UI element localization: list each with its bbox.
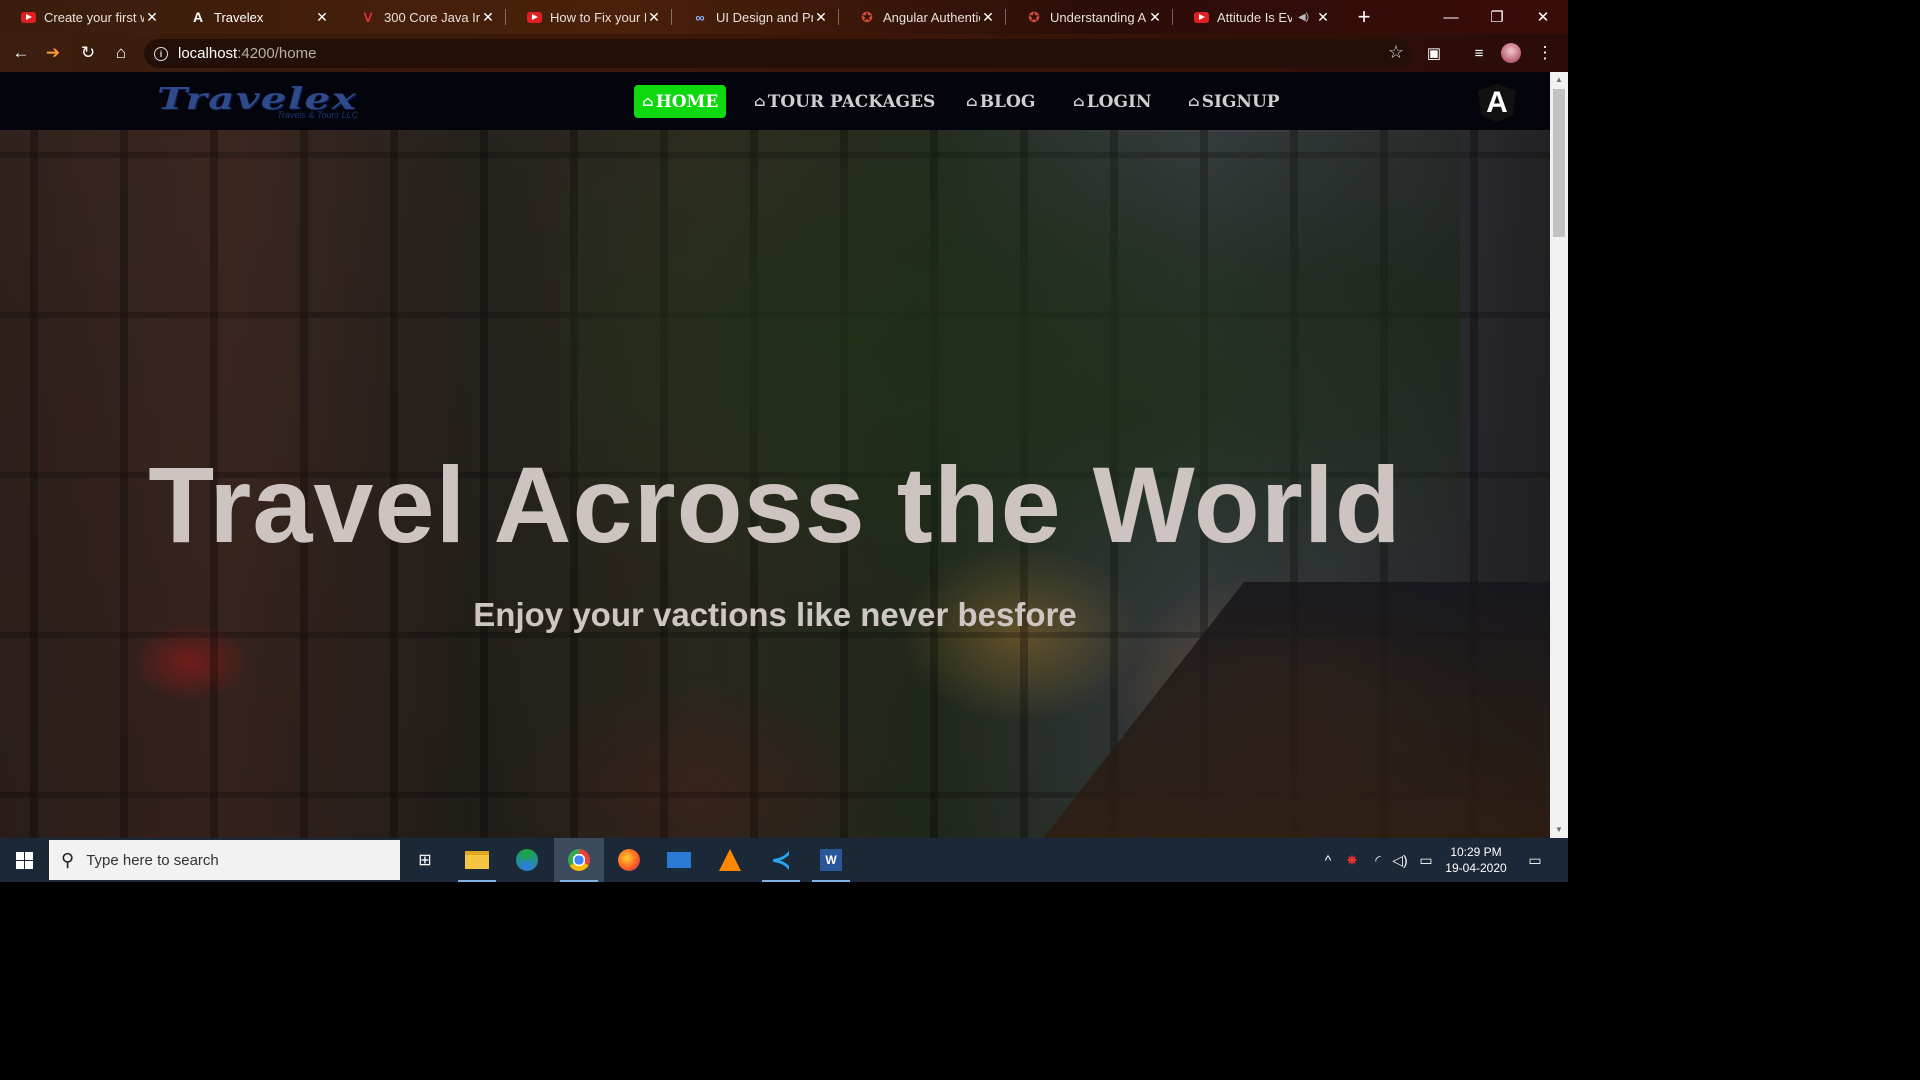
windows-logo-icon bbox=[15, 851, 33, 869]
address-bar[interactable]: i localhost:4200/home ☆ bbox=[144, 39, 1412, 68]
file-explorer-icon[interactable] bbox=[452, 838, 502, 882]
nav-blog[interactable]: ⌂ BLOG bbox=[958, 85, 1043, 118]
close-icon[interactable]: ✕ bbox=[646, 9, 662, 26]
scroll-down-arrow-icon[interactable]: ▼ bbox=[1554, 825, 1564, 835]
page-scrollbar[interactable]: ▲ ▼ bbox=[1550, 72, 1568, 838]
angular-icon: A bbox=[192, 9, 204, 25]
volume-icon[interactable]: ◁) bbox=[1390, 838, 1410, 882]
youtube-icon bbox=[1193, 9, 1209, 25]
start-button[interactable] bbox=[0, 838, 48, 882]
close-icon[interactable]: ✕ bbox=[1315, 9, 1331, 26]
nav-home[interactable]: ⌂ HOME bbox=[634, 85, 727, 118]
mail-icon[interactable] bbox=[654, 838, 704, 882]
menu-kebab-icon[interactable]: ⋮ bbox=[1532, 41, 1558, 65]
taskbar-search-box[interactable]: ⚲ Type here to search bbox=[49, 840, 400, 880]
tab-angular-authentication[interactable]: ✪ Angular Authentic ✕ bbox=[839, 0, 1006, 34]
tab-attitude[interactable]: Attitude Is Eve ◀) ✕ bbox=[1173, 0, 1341, 34]
reload-button[interactable]: ↻ bbox=[75, 41, 101, 65]
window-close-button[interactable]: ✕ bbox=[1520, 0, 1566, 34]
tab-travelex[interactable]: A Travelex ✕ bbox=[170, 0, 340, 34]
tab-core-java[interactable]: V 300 Core Java Inte ✕ bbox=[340, 0, 506, 34]
tab-how-to-fix[interactable]: How to Fix your Fi ✕ bbox=[506, 0, 672, 34]
show-hidden-icons-chevron-icon[interactable]: ^ bbox=[1318, 838, 1338, 882]
nav-signup[interactable]: ⌂ SIGNUP bbox=[1180, 85, 1288, 118]
task-view-icon[interactable]: ⊞ bbox=[400, 838, 450, 882]
media-control-icon[interactable]: ≡ bbox=[1466, 41, 1492, 65]
nav-login[interactable]: ⌂ LOGIN bbox=[1065, 85, 1159, 118]
page-content: Travel Across the World Enjoy your vacti… bbox=[0, 72, 1550, 838]
search-icon: ⚲ bbox=[61, 849, 75, 870]
youtube-icon bbox=[20, 9, 36, 25]
avatar[interactable] bbox=[1498, 41, 1524, 65]
new-tab-button[interactable]: + bbox=[1352, 4, 1376, 30]
v-logo-icon: V bbox=[363, 9, 373, 25]
bookmark-star-icon[interactable]: ☆ bbox=[1388, 42, 1404, 63]
tab-understanding-angular[interactable]: ✪ Understanding An ✕ bbox=[1006, 0, 1173, 34]
vlc-icon[interactable] bbox=[705, 838, 755, 882]
vscode-icon[interactable]: ≺ bbox=[756, 838, 806, 882]
system-clock[interactable]: 10:29 PM 19-04-2020 bbox=[1442, 844, 1510, 876]
angular-logo-icon: A bbox=[1478, 84, 1516, 122]
tab-ui-design[interactable]: ∞ UI Design and Pro ✕ bbox=[672, 0, 839, 34]
scroll-up-arrow-icon[interactable]: ▲ bbox=[1554, 75, 1564, 85]
close-icon[interactable]: ✕ bbox=[980, 9, 996, 26]
url-text[interactable]: localhost:4200/home bbox=[178, 45, 316, 62]
site-logo[interactable]: Travelex Travels & Tours LLC bbox=[157, 82, 432, 122]
word-icon[interactable]: W bbox=[806, 838, 856, 882]
auth0-icon: ✪ bbox=[861, 8, 873, 25]
hero-title: Travel Across the World bbox=[148, 444, 1402, 565]
browser-tab-bar: Create your first w ✕ A Travelex ✕ V 300… bbox=[0, 0, 1568, 34]
scrollbar-thumb[interactable] bbox=[1553, 89, 1565, 237]
home-icon: ⌂ bbox=[754, 93, 766, 110]
speaker-icon[interactable]: ◀) bbox=[1298, 12, 1309, 23]
windows-taskbar: ⚲ Type here to search ⊞ ≺ W ^ ✸ ◜ ◁) ▭ 1… bbox=[0, 838, 1568, 882]
restore-button[interactable]: ❐ bbox=[1474, 0, 1520, 34]
tab-create-your-first[interactable]: Create your first w ✕ bbox=[0, 0, 170, 34]
info-icon[interactable]: i bbox=[154, 46, 168, 61]
home-icon: ⌂ bbox=[642, 93, 654, 110]
home-icon: ⌂ bbox=[1188, 93, 1200, 110]
auth0-icon: ✪ bbox=[1028, 8, 1040, 25]
wifi-icon[interactable]: ◜ bbox=[1368, 838, 1388, 882]
nav-tour-packages[interactable]: ⌂ TOUR PACKAGES bbox=[746, 85, 943, 118]
edge-icon[interactable] bbox=[502, 838, 552, 882]
close-icon[interactable]: ✕ bbox=[314, 9, 330, 26]
back-button[interactable]: ← bbox=[8, 41, 34, 65]
forward-button[interactable]: ➔ bbox=[40, 41, 66, 65]
home-icon: ⌂ bbox=[966, 93, 978, 110]
extension-icon[interactable]: ▣ bbox=[1421, 41, 1447, 65]
firefox-icon[interactable] bbox=[604, 838, 654, 882]
chrome-icon[interactable] bbox=[554, 838, 604, 882]
close-icon[interactable]: ✕ bbox=[144, 9, 160, 26]
notifications-icon[interactable]: ▭ bbox=[1522, 838, 1548, 882]
home-button[interactable]: ⌂ bbox=[108, 41, 134, 65]
close-icon[interactable]: ✕ bbox=[1147, 9, 1163, 26]
battery-icon[interactable]: ▭ bbox=[1415, 838, 1437, 882]
close-icon[interactable]: ✕ bbox=[480, 9, 496, 26]
site-navbar: Travelex Travels & Tours LLC ⌂ HOME ⌂ TOUR… bbox=[0, 72, 1550, 130]
security-status-icon[interactable]: ✸ bbox=[1342, 838, 1362, 882]
hero-subtitle: Enjoy your vactions like never besfore bbox=[473, 596, 1077, 633]
home-icon: ⌂ bbox=[1073, 93, 1085, 110]
close-icon[interactable]: ✕ bbox=[813, 9, 829, 26]
link-icon: ∞ bbox=[695, 9, 705, 25]
youtube-icon bbox=[526, 9, 542, 25]
minimize-button[interactable]: — bbox=[1428, 0, 1474, 34]
browser-toolbar: ← ➔ ↻ ⌂ i localhost:4200/home ☆ ▣ ≡ ⋮ bbox=[0, 34, 1568, 72]
